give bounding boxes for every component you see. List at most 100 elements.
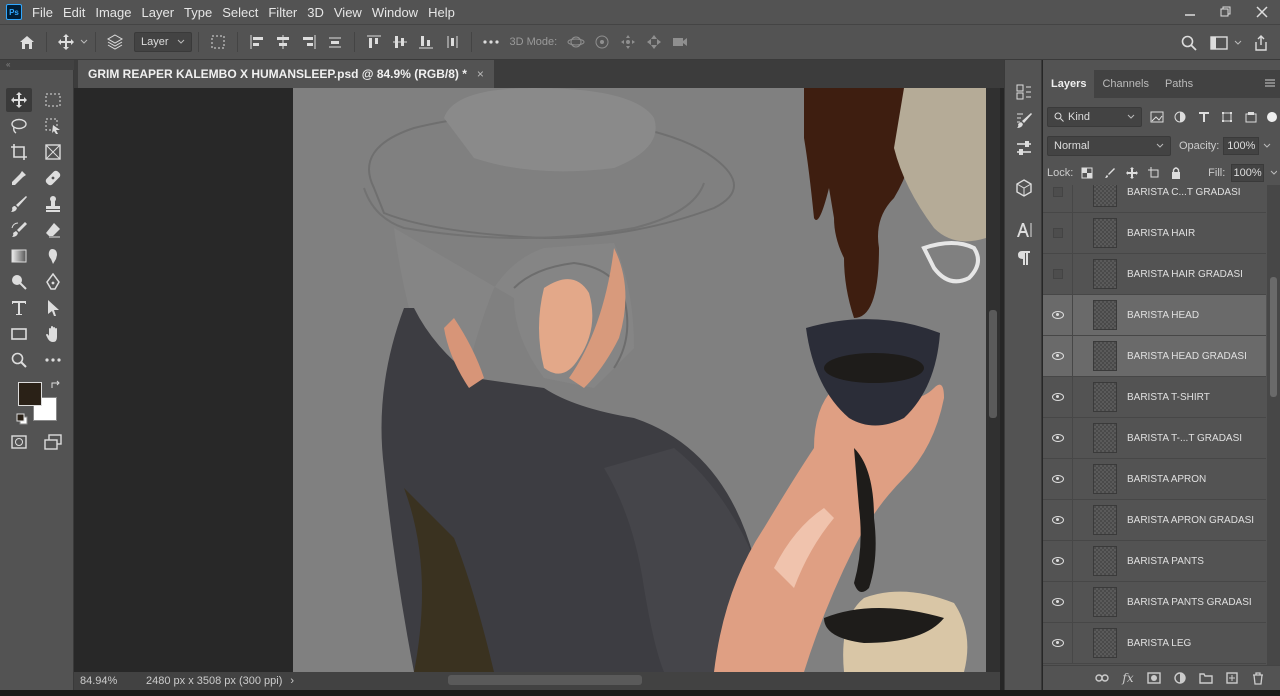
canvas-vertical-scrollbar[interactable] [986, 88, 1000, 672]
layer-name[interactable]: BARISTA LEG [1127, 638, 1191, 649]
visibility-eye-icon[interactable] [1043, 581, 1073, 623]
home-icon[interactable] [14, 29, 40, 55]
layer-row[interactable]: BARISTA HAIR GRADASI [1043, 253, 1266, 295]
visibility-eye-icon[interactable] [1043, 335, 1073, 377]
3d-slide-icon[interactable] [641, 29, 667, 55]
menu-select[interactable]: Select [222, 5, 258, 20]
3d-pan-icon[interactable] [615, 29, 641, 55]
artwork-canvas[interactable] [74, 88, 986, 672]
layer-thumbnail[interactable] [1093, 464, 1117, 494]
smudge-tool-icon[interactable] [40, 244, 66, 268]
zoom-level[interactable]: 84.94% [74, 675, 122, 687]
chevron-down-icon[interactable] [1232, 30, 1244, 56]
panel-menu-icon[interactable] [1264, 76, 1276, 91]
move-tool-icon[interactable] [53, 29, 79, 55]
chevron-down-icon[interactable] [1263, 143, 1271, 149]
dodge-tool-icon[interactable] [6, 270, 32, 294]
filter-kind-dropdown[interactable]: Kind [1047, 107, 1143, 127]
canvas-horizontal-scrollbar[interactable] [448, 675, 642, 685]
scrollbar-thumb[interactable] [1270, 277, 1277, 397]
visibility-eye-icon[interactable] [1043, 376, 1073, 418]
layer-name[interactable]: BARISTA HEAD GRADASI [1127, 351, 1247, 362]
layer-thumbnail[interactable] [1093, 505, 1117, 535]
layer-row[interactable]: BARISTA T-...T GRADASI [1043, 417, 1266, 459]
status-more-icon[interactable]: › [290, 675, 294, 687]
chevron-down-icon[interactable] [1270, 170, 1277, 176]
distribute-icon[interactable] [322, 29, 348, 55]
crop-tool-icon[interactable] [6, 140, 32, 164]
document-tab[interactable]: GRIM REAPER KALEMBO X HUMANSLEEP.psd @ 8… [78, 60, 494, 88]
rectangle-tool-icon[interactable] [6, 322, 32, 346]
brush-settings-icon[interactable] [1011, 108, 1037, 132]
path-selection-tool-icon[interactable] [40, 296, 66, 320]
3d-camera-icon[interactable] [667, 29, 693, 55]
layer-row[interactable]: BARISTA HAIR [1043, 212, 1266, 254]
folder-icon[interactable] [1198, 670, 1214, 686]
lock-image-icon[interactable] [1101, 164, 1117, 182]
restore-icon[interactable] [1208, 0, 1244, 24]
menu-edit[interactable]: Edit [63, 5, 85, 20]
layer-name[interactable]: BARISTA APRON [1127, 474, 1206, 485]
menu-file[interactable]: File [32, 5, 53, 20]
layer-thumbnail[interactable] [1093, 341, 1117, 371]
screen-mode-icon[interactable] [40, 430, 66, 454]
history-panel-icon[interactable] [1011, 80, 1037, 104]
layer-thumbnail[interactable] [1093, 546, 1117, 576]
visibility-off-toggle[interactable] [1043, 253, 1073, 295]
link-icon[interactable] [1094, 670, 1110, 686]
menu-window[interactable]: Window [372, 5, 418, 20]
chevron-down-icon[interactable] [79, 29, 89, 55]
layer-row[interactable]: BARISTA APRON GRADASI [1043, 499, 1266, 541]
history-brush-tool-icon[interactable] [6, 218, 32, 242]
eraser-tool-icon[interactable] [40, 218, 66, 242]
hand-tool-icon[interactable] [40, 322, 66, 346]
visibility-eye-icon[interactable] [1043, 294, 1073, 336]
layer-name[interactable]: BARISTA C...T GRADASI [1127, 187, 1241, 198]
new-layer-icon[interactable] [1224, 670, 1240, 686]
marquee-tool-icon[interactable] [40, 88, 66, 112]
quick-mask-icon[interactable] [6, 430, 32, 454]
layer-thumbnail[interactable] [1093, 259, 1117, 289]
mask-icon[interactable] [1146, 670, 1162, 686]
layer-thumbnail[interactable] [1093, 382, 1117, 412]
eyedropper-tool-icon[interactable] [6, 166, 32, 190]
visibility-eye-icon[interactable] [1043, 622, 1073, 664]
adjustments-panel-icon[interactable] [1011, 136, 1037, 160]
minimize-icon[interactable] [1172, 0, 1208, 24]
visibility-off-toggle[interactable] [1043, 185, 1073, 213]
layer-row[interactable]: BARISTA APRON [1043, 458, 1266, 500]
layer-name[interactable]: BARISTA T-SHIRT [1127, 392, 1210, 403]
align-bottom-icon[interactable] [413, 29, 439, 55]
frame-tool-icon[interactable] [40, 140, 66, 164]
filter-shape-icon[interactable] [1218, 108, 1235, 126]
fill-input[interactable]: 100% [1231, 164, 1264, 182]
more-options-icon[interactable] [478, 29, 504, 55]
gradient-tool-icon[interactable] [6, 244, 32, 268]
tools-collapse-strip[interactable]: « [0, 60, 74, 70]
layer-thumbnail[interactable] [1093, 587, 1117, 617]
lock-artboard-icon[interactable] [1146, 164, 1162, 182]
visibility-eye-icon[interactable] [1043, 499, 1073, 541]
3d-orbit-icon[interactable] [563, 29, 589, 55]
type-tool-icon[interactable] [6, 296, 32, 320]
visibility-off-toggle[interactable] [1043, 212, 1073, 254]
object-selection-tool-icon[interactable] [40, 114, 66, 138]
filter-type-icon[interactable] [1195, 108, 1212, 126]
layer-row[interactable]: BARISTA LEG [1043, 622, 1266, 664]
lock-transparent-icon[interactable] [1079, 164, 1095, 182]
tab-channels[interactable]: Channels [1094, 70, 1156, 98]
layer-row[interactable]: BARISTA HEAD [1043, 294, 1266, 336]
paragraph-panel-icon[interactable] [1011, 246, 1037, 270]
character-panel-icon[interactable] [1011, 218, 1037, 242]
transform-controls-icon[interactable] [205, 29, 231, 55]
adjustment-icon[interactable] [1172, 670, 1188, 686]
menu-layer[interactable]: Layer [142, 5, 175, 20]
close-icon[interactable] [1244, 0, 1280, 24]
menu-filter[interactable]: Filter [268, 5, 297, 20]
align-middle-icon[interactable] [387, 29, 413, 55]
lock-position-icon[interactable] [1124, 164, 1140, 182]
layer-row[interactable]: BARISTA C...T GRADASI [1043, 185, 1266, 213]
align-top-icon[interactable] [361, 29, 387, 55]
filter-smart-object-icon[interactable] [1242, 108, 1259, 126]
layer-name[interactable]: BARISTA PANTS [1127, 556, 1204, 567]
